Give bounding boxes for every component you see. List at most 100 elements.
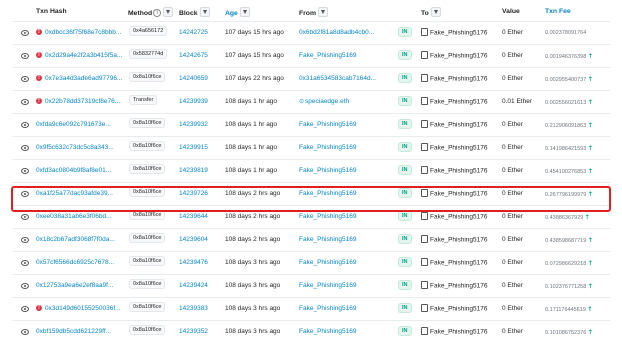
eye-icon[interactable] <box>21 168 29 174</box>
from-link[interactable]: Fake_Phishing5169 <box>299 328 356 335</box>
to-address[interactable]: Fake_Phishing5176 <box>421 212 487 221</box>
contract-icon <box>421 166 428 174</box>
header-age[interactable]: Age <box>225 7 250 18</box>
method-badge: 0x8a10f6ce <box>129 118 166 128</box>
block-link[interactable]: 14242725 <box>179 29 208 36</box>
from-link[interactable]: ⊙speciaedge.eth <box>299 98 349 105</box>
txn-hash-link[interactable]: 0xdbcc36f75f68e7c8bbb... <box>45 29 121 36</box>
to-address[interactable]: Fake_Phishing5176 <box>421 97 487 106</box>
block-link[interactable]: 14239383 <box>179 305 208 312</box>
block-link[interactable]: 14239819 <box>179 167 208 174</box>
block-link[interactable]: 14239939 <box>179 98 208 105</box>
from-link[interactable]: Fake_Phishing5169 <box>299 305 356 312</box>
eye-icon[interactable] <box>21 122 29 128</box>
eye-icon[interactable] <box>21 306 29 312</box>
block-link[interactable]: 14239932 <box>179 121 208 128</box>
txn-hash-link[interactable]: 0x57cf6566dc6925c7678... <box>36 259 114 266</box>
to-address[interactable]: Fake_Phishing5176 <box>421 28 487 37</box>
to-address[interactable]: Fake_Phishing5176 <box>421 304 487 313</box>
header-to: To <box>421 7 441 18</box>
from-link[interactable]: Fake_Phishing5169 <box>299 236 356 243</box>
block-link[interactable]: 14239424 <box>179 282 208 289</box>
filter-icon[interactable] <box>199 7 210 17</box>
eye-icon[interactable] <box>21 260 29 266</box>
txn-hash-link[interactable]: 0x3d149d60155250036f... <box>45 305 121 312</box>
direction-badge: IN <box>398 119 412 129</box>
from-link[interactable]: Fake_Phishing5169 <box>299 144 356 151</box>
from-link[interactable]: Fake_Phishing5169 <box>299 282 356 289</box>
contract-icon <box>421 120 428 128</box>
fee-icon: ⇡ <box>587 123 593 129</box>
direction-badge: IN <box>398 257 412 267</box>
fee-icon: ⇡ <box>587 100 593 106</box>
txn-hash-link[interactable]: 0x2d29a4e2f2a3b415f5a... <box>45 52 122 59</box>
to-address[interactable]: Fake_Phishing5176 <box>421 143 487 152</box>
txn-hash-link[interactable]: 0xbf159db5cdd621229ff... <box>36 328 111 335</box>
to-address[interactable]: Fake_Phishing5176 <box>421 120 487 129</box>
filter-icon[interactable] <box>430 7 441 17</box>
from-link[interactable]: Fake_Phishing5169 <box>299 121 356 128</box>
age-text: 108 days 1 hr ago <box>225 98 278 105</box>
eye-icon[interactable] <box>21 76 29 82</box>
filter-icon[interactable] <box>239 7 250 17</box>
method-badge: 0x8a10f6ce <box>129 279 166 289</box>
method-badge: Transfer <box>129 95 158 105</box>
to-address[interactable]: Fake_Phishing5176 <box>421 258 487 267</box>
eye-icon[interactable] <box>21 30 29 36</box>
age-text: 107 days 15 hrs ago <box>225 29 284 36</box>
to-address[interactable]: Fake_Phishing5176 <box>421 74 487 83</box>
txn-hash-link[interactable]: 0x22b78dd37319cf8e76... <box>45 98 120 105</box>
txn-hash-link[interactable]: 0xfda9c6e092c791673e... <box>36 121 111 128</box>
contract-icon <box>421 74 428 82</box>
method-badge: 0x8a10f6ce <box>129 302 166 312</box>
from-link[interactable]: Fake_Phishing5169 <box>299 167 356 174</box>
txn-hash-link[interactable]: 0x9f5c632c73dc5c8a343... <box>36 144 114 151</box>
eye-icon[interactable] <box>21 283 29 289</box>
eye-icon[interactable] <box>21 53 29 59</box>
txn-fee-text: 0.002556021613 ⇡ <box>545 100 593 106</box>
value-text: 0 Ether <box>502 167 523 174</box>
to-address[interactable]: Fake_Phishing5176 <box>421 281 487 290</box>
header-method: Method i <box>128 7 174 18</box>
txn-hash-link[interactable]: 0x7e3a4d3ade6ad97796... <box>45 75 122 82</box>
txn-fee-text: 0.454100276853 ⇡ <box>545 169 593 175</box>
eye-icon[interactable] <box>21 329 29 335</box>
block-link[interactable]: 14239604 <box>179 236 208 243</box>
eye-icon[interactable] <box>21 145 29 151</box>
txn-hash-link[interactable]: 0xfd3ac0804b9f8af8e01... <box>36 167 111 174</box>
error-icon: ! <box>36 305 42 311</box>
eye-icon[interactable] <box>21 214 29 220</box>
help-icon[interactable]: i <box>153 9 162 17</box>
from-link[interactable]: Fake_Phishing5169 <box>299 259 356 266</box>
to-address[interactable]: Fake_Phishing5176 <box>421 327 487 336</box>
block-link[interactable]: 14239352 <box>179 328 208 335</box>
header-txn-fee[interactable]: Txn Fee <box>545 8 571 15</box>
to-address[interactable]: Fake_Phishing5176 <box>421 51 487 60</box>
block-link[interactable]: 14239644 <box>179 213 208 220</box>
txn-hash-link[interactable]: 0x12753a9ea6e2ef8aa9f... <box>36 282 113 289</box>
filter-icon[interactable] <box>163 7 174 17</box>
eye-icon[interactable] <box>21 237 29 243</box>
eye-icon[interactable] <box>21 99 29 105</box>
table-row: 0x9f5c632c73dc5c8a343... 0x8a10f6ce 142399… <box>12 136 610 160</box>
direction-badge: IN <box>398 303 412 313</box>
block-link[interactable]: 14239915 <box>179 144 208 151</box>
txn-hash-link[interactable]: 0x18c2b67adf3068f7f0da... <box>36 236 115 243</box>
fee-icon: ⇡ <box>584 215 590 221</box>
block-link[interactable]: 14240659 <box>179 75 208 82</box>
from-link[interactable]: 0x31a6534583cab7164d... <box>299 75 376 82</box>
to-address[interactable]: Fake_Phishing5176 <box>421 166 487 175</box>
age-text: 108 days 3 hrs ago <box>225 328 281 335</box>
direction-badge: IN <box>398 211 412 221</box>
block-link[interactable]: 14239476 <box>179 259 208 266</box>
txn-hash-link[interactable]: 0xee038a31ab6e3f06bd... <box>36 213 112 220</box>
value-text: 0 Ether <box>502 213 523 220</box>
from-link[interactable]: Fake_Phishing5169 <box>299 213 356 220</box>
filter-icon[interactable] <box>318 7 328 17</box>
age-text: 108 days 2 hrs ago <box>225 236 281 243</box>
to-address[interactable]: Fake_Phishing5176 <box>421 235 487 244</box>
from-link[interactable]: 0x6bd2f81a8d8adb4cb0... <box>299 29 374 36</box>
fee-icon: ⇡ <box>587 261 593 267</box>
from-link[interactable]: Fake_Phishing5169 <box>299 52 356 59</box>
block-link[interactable]: 14242675 <box>179 52 208 59</box>
